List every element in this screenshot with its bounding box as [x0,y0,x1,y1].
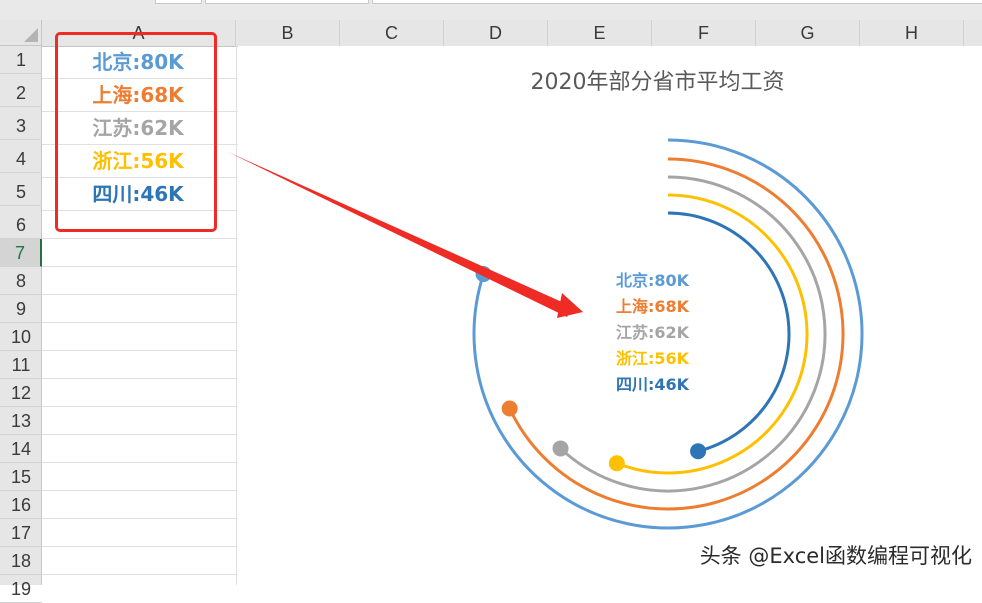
chart-center-label: 北京:80K [615,271,690,290]
row-header-5[interactable]: 5 [0,178,42,206]
watermark-text: 头条 @Excel函数编程可视化 [699,544,972,568]
row-header-9[interactable]: 9 [0,295,42,323]
row-header-2[interactable]: 2 [0,79,42,107]
chart-title: 2020年部分省市平均工资 [530,70,785,95]
chart-center-label: 江苏:62K [615,323,690,342]
column-header-h[interactable]: H [860,20,964,46]
column-header-g[interactable]: G [756,20,860,46]
row-header-11[interactable]: 11 [0,351,42,379]
row-header-4[interactable]: 4 [0,145,42,173]
row-header-1[interactable]: 1 [0,46,42,74]
chart-center-label: 四川:46K [615,375,690,394]
column-header-c[interactable]: C [340,20,444,46]
select-all-triangle-icon [24,28,38,42]
row-header-3[interactable]: 3 [0,112,42,140]
row-header-8[interactable]: 8 [0,267,42,295]
row-header-12[interactable]: 12 [0,379,42,407]
column-header-f[interactable]: F [652,20,756,46]
row-header-6[interactable]: 6 [0,211,42,239]
row-header-18[interactable]: 18 [0,547,42,575]
highlight-callout-box [55,32,217,232]
chart-center-label: 上海:68K [615,297,690,316]
formula-bar-fragment [372,0,982,4]
row-header-19[interactable]: 19 [0,575,42,603]
chart-center-label: 浙江:56K [615,349,690,368]
select-all-button[interactable] [0,20,42,46]
row-header-7[interactable]: 7 [0,239,42,267]
row-header-14[interactable]: 14 [0,435,42,463]
row-header-15[interactable]: 15 [0,463,42,491]
column-header-e[interactable]: E [548,20,652,46]
row-header-13[interactable]: 13 [0,407,42,435]
row-header-10[interactable]: 10 [0,323,42,351]
tab-fragment [155,0,202,4]
tab-fragment [205,0,369,4]
row-header-16[interactable]: 16 [0,491,42,519]
column-header-d[interactable]: D [444,20,548,46]
row-header-17[interactable]: 17 [0,519,42,547]
row-header-bar: 1 2 3 4 5 6 7 8 9 10 11 12 13 14 15 16 1… [0,46,42,603]
column-header-b[interactable]: B [236,20,340,46]
gridline [236,46,237,585]
